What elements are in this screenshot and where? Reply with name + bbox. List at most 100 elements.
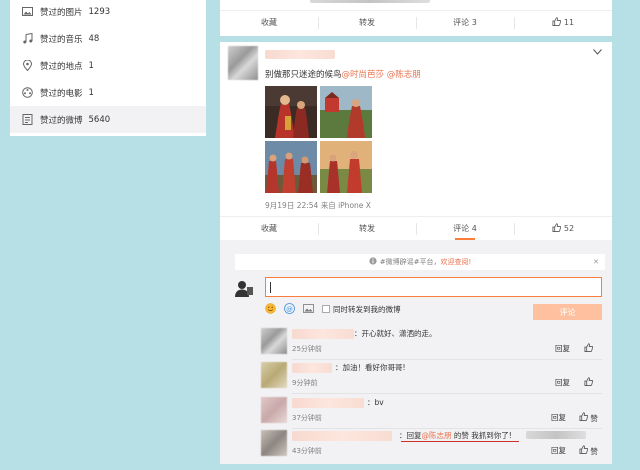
comment-button[interactable]: 评论 4	[416, 217, 514, 240]
thumbs-up-icon	[552, 17, 562, 28]
repost-button[interactable]: 转发	[318, 217, 416, 240]
comment-time: 37分钟前	[292, 414, 322, 422]
comment-item: ：加油！看好你哥哥! 9分钟前 回复	[261, 362, 602, 394]
commenter-name[interactable]	[292, 431, 392, 441]
topic-icon[interactable]: @	[284, 303, 295, 317]
comment-item: ：回复@陈志朋 的赞 我抓到你了! 43分钟前 回复 赞	[261, 430, 602, 460]
post-card: 别做那只迷途的候鸟@时尚芭莎 @陈志朋 9月19日 22:54 来自 iPhon…	[220, 42, 612, 240]
reply-button[interactable]: 回复	[551, 445, 566, 456]
thumbs-up-icon	[552, 223, 562, 234]
comment-text: ：bv	[367, 398, 384, 407]
comment-time: 43分钟前	[292, 447, 322, 455]
comment-panel: #微博辟谣#平台， 欢迎查阅! ✕ @ 同时转发到我的微博 评论 ：开心就好、潇…	[220, 240, 612, 464]
commenter-name[interactable]	[292, 329, 354, 339]
avatar[interactable]	[228, 46, 258, 80]
like-button[interactable]: 52	[514, 217, 612, 240]
comment-text: ：开心就好、潇洒的走。	[354, 329, 437, 338]
svg-text:@: @	[286, 305, 293, 313]
comment-time: 9分钟前	[292, 379, 318, 387]
like-button[interactable]	[584, 377, 594, 388]
sidebar-item-label: 赞过的图片	[40, 7, 83, 18]
post-photo-1[interactable]	[265, 86, 317, 138]
repost-button[interactable]: 转发	[318, 11, 416, 34]
like-button[interactable]	[584, 343, 594, 354]
sidebar-item-count: 48	[88, 33, 100, 44]
avatar[interactable]	[261, 430, 287, 456]
sidebar-item-label: 赞过的微博	[40, 115, 83, 126]
commenter-name[interactable]	[292, 363, 332, 373]
sidebar-item-liked-places[interactable]: 赞过的地点 1	[10, 52, 206, 79]
chevron-down-icon[interactable]	[593, 48, 602, 58]
sidebar-item-count: 5640	[88, 114, 111, 125]
reply-button[interactable]: 回复	[555, 377, 570, 388]
previous-post-card: 收藏 转发 评论 3 11	[220, 0, 612, 36]
sidebar-item-liked-movies[interactable]: 赞过的电影 1	[10, 79, 206, 106]
post-photo-4[interactable]	[320, 141, 372, 193]
repost-checkbox-label: 同时转发到我的微博	[333, 305, 401, 314]
sidebar-item-liked-music[interactable]: 赞过的音乐 48	[10, 25, 206, 52]
thumbs-up-icon	[584, 377, 594, 388]
sidebar-item-liked-photos[interactable]: 赞过的图片 1293	[10, 0, 206, 25]
divider	[292, 393, 602, 394]
post-action-bar: 收藏 转发 评论 3 11	[220, 10, 612, 34]
like-button[interactable]: 赞	[579, 412, 598, 424]
mention-link[interactable]: @陈志朋	[422, 431, 452, 440]
text-caret	[270, 282, 271, 293]
current-user-avatar[interactable]	[234, 278, 254, 298]
info-icon	[369, 257, 377, 267]
favorite-button[interactable]: 收藏	[220, 217, 318, 240]
avatar[interactable]	[261, 397, 287, 423]
emoji-icon[interactable]	[265, 303, 276, 317]
sidebar-item-liked-weibo[interactable]: 赞过的微博 5640	[10, 106, 206, 133]
thumbs-up-icon	[584, 343, 594, 354]
comment-text: ：回复@陈志朋 的赞 我抓到你了!	[399, 431, 512, 440]
highlight-underline	[401, 441, 519, 442]
submit-comment-button[interactable]: 评论	[533, 304, 602, 320]
post-text: 别做那只迷途的候鸟@时尚芭莎 @陈志朋	[265, 70, 421, 80]
sidebar-item-label: 赞过的音乐	[40, 34, 83, 45]
avatar[interactable]	[261, 362, 287, 388]
post-photo-3[interactable]	[265, 141, 317, 193]
thumbs-up-icon	[579, 445, 589, 456]
commenter-name[interactable]	[292, 398, 364, 408]
comment-input[interactable]	[265, 277, 602, 297]
comment-item: ：开心就好、潇洒的走。 25分钟前 回复	[261, 328, 602, 360]
post-photo-2[interactable]	[320, 86, 372, 138]
mention-link[interactable]: @时尚芭莎	[342, 70, 385, 80]
close-icon[interactable]: ✕	[593, 258, 599, 266]
comment-time: 25分钟前	[292, 345, 322, 353]
repost-checkbox[interactable]	[322, 305, 330, 313]
image-icon	[20, 5, 34, 19]
reply-button[interactable]: 回复	[551, 412, 566, 423]
notice-bar: #微博辟谣#平台， 欢迎查阅! ✕	[235, 254, 605, 270]
comment-text: ：加油！看好你哥哥!	[335, 363, 406, 372]
post-action-bar: 收藏 转发 评论 4 52	[220, 216, 612, 240]
divider	[292, 359, 602, 360]
like-button[interactable]: 11	[514, 11, 612, 34]
post-meta: 9月19日 22:54 来自 iPhone X	[265, 201, 371, 210]
sidebar-item-label: 赞过的地点	[40, 61, 83, 72]
post-author-name[interactable]	[265, 50, 335, 59]
blurred-text	[310, 0, 430, 3]
mention-link[interactable]: @陈志朋	[387, 70, 421, 80]
favorite-button[interactable]: 收藏	[220, 11, 318, 34]
avatar[interactable]	[261, 328, 287, 354]
blurred-text	[526, 431, 586, 439]
sidebar: 赞过的图片 1293 赞过的音乐 48 赞过的地点 1 赞过的电影 1 赞过的微…	[10, 0, 206, 136]
image-upload-icon[interactable]	[303, 303, 314, 317]
movie-icon	[20, 86, 34, 100]
sidebar-item-count: 1293	[88, 6, 111, 17]
notice-link[interactable]: 欢迎查阅!	[440, 257, 471, 267]
weibo-icon	[20, 113, 34, 127]
sidebar-item-count: 1	[88, 87, 94, 98]
divider	[292, 428, 602, 429]
like-button[interactable]: 赞	[579, 445, 598, 457]
comment-button[interactable]: 评论 3	[416, 11, 514, 34]
reply-button[interactable]: 回复	[555, 343, 570, 354]
sidebar-item-count: 1	[88, 60, 94, 71]
thumbs-up-icon	[579, 412, 589, 423]
location-icon	[20, 59, 34, 73]
comment-item: ：bv 37分钟前 回复 赞	[261, 397, 602, 429]
music-icon	[20, 32, 34, 46]
sidebar-item-label: 赞过的电影	[40, 88, 83, 99]
